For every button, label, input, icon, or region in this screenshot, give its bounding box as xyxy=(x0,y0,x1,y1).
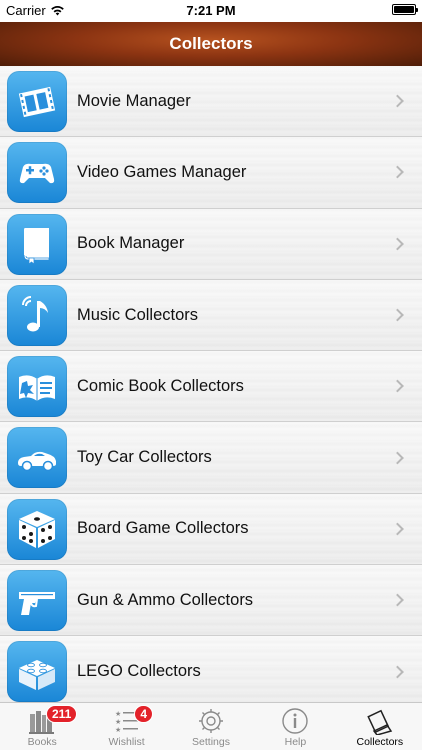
list-item-gun-ammo-collectors[interactable]: Gun & Ammo Collectors xyxy=(0,565,422,637)
chevron-right-icon xyxy=(391,593,404,607)
books-count-badge: 211 xyxy=(46,705,78,723)
tab-help[interactable]: Help xyxy=(253,703,337,750)
pistol-icon xyxy=(7,570,67,632)
wishlist-count-badge: 4 xyxy=(134,705,154,723)
chevron-right-icon xyxy=(391,522,404,536)
list-item-label: Video Games Manager xyxy=(77,162,247,181)
list-item-label: Movie Manager xyxy=(77,91,191,110)
chevron-right-icon xyxy=(391,665,404,678)
svg-text:★: ★ xyxy=(115,710,121,718)
gear-icon xyxy=(199,709,224,733)
list-item-label: Music Collectors xyxy=(77,305,199,324)
book-icon xyxy=(7,213,67,275)
music-note-icon xyxy=(7,284,67,346)
tab-settings[interactable]: Settings xyxy=(169,703,253,750)
tab-label: Collectors xyxy=(356,736,404,748)
chevron-right-icon xyxy=(391,94,404,108)
tab-collectors[interactable]: Collectors xyxy=(338,703,422,750)
info-icon xyxy=(282,708,309,734)
list-item-label: Board Game Collectors xyxy=(77,519,249,538)
list-item-lego-collectors[interactable]: LEGO Collectors xyxy=(0,636,422,702)
dice-icon xyxy=(7,498,67,560)
list-item-music-collectors[interactable]: Music Collectors xyxy=(0,279,422,352)
list-item-book-manager[interactable]: Book Manager xyxy=(0,208,422,280)
list-item-comic-book-collectors[interactable]: Comic Book Collectors xyxy=(0,351,422,423)
lego-brick-icon xyxy=(7,641,67,702)
comic-book-icon xyxy=(7,356,67,418)
list-item-toy-car-collectors[interactable]: Toy Car Collectors xyxy=(0,422,422,494)
list-item-label: Toy Car Collectors xyxy=(77,448,212,467)
chevron-right-icon xyxy=(391,308,404,322)
tab-label: Help xyxy=(284,736,307,748)
tab-wishlist[interactable]: ★ ★ ★ 4 Wishlist xyxy=(84,703,168,750)
collectors-icon xyxy=(367,709,393,735)
page-title: Collectors xyxy=(169,34,253,53)
battery-icon xyxy=(392,4,418,15)
status-bar: Carrier 7:21 PM xyxy=(0,0,422,22)
list-item-board-game-collectors[interactable]: Board Game Collectors xyxy=(0,493,422,566)
chevron-right-icon xyxy=(391,379,404,393)
svg-text:★: ★ xyxy=(115,718,121,726)
tab-label: Settings xyxy=(192,736,230,748)
list-item-label: Book Manager xyxy=(77,234,185,253)
list-item-label: LEGO Collectors xyxy=(77,662,201,681)
tab-bar: 211 Books ★ ★ ★ 4 Wishlist Settings Help… xyxy=(0,702,422,750)
gamepad-icon xyxy=(7,142,67,204)
list-item-movie-manager[interactable]: Movie Manager xyxy=(0,66,422,138)
list-item-label: Gun & Ammo Collectors xyxy=(77,590,254,609)
chevron-right-icon xyxy=(391,166,404,179)
tab-label: Books xyxy=(27,736,57,748)
svg-text:★: ★ xyxy=(115,726,121,734)
tab-label: Wishlist xyxy=(108,736,145,748)
status-time: 7:21 PM xyxy=(186,3,236,18)
toy-car-icon xyxy=(7,427,67,489)
collectors-list: Movie Manager Video Games Manager Book M… xyxy=(0,66,422,702)
navigation-bar: Collectors xyxy=(0,22,422,66)
chevron-right-icon xyxy=(391,451,404,464)
chevron-right-icon xyxy=(391,237,404,251)
film-strip-icon xyxy=(7,71,67,132)
list-item-video-games-manager[interactable]: Video Games Manager xyxy=(0,137,422,209)
tab-books[interactable]: 211 Books xyxy=(0,703,84,750)
list-item-label: Comic Book Collectors xyxy=(77,376,244,395)
